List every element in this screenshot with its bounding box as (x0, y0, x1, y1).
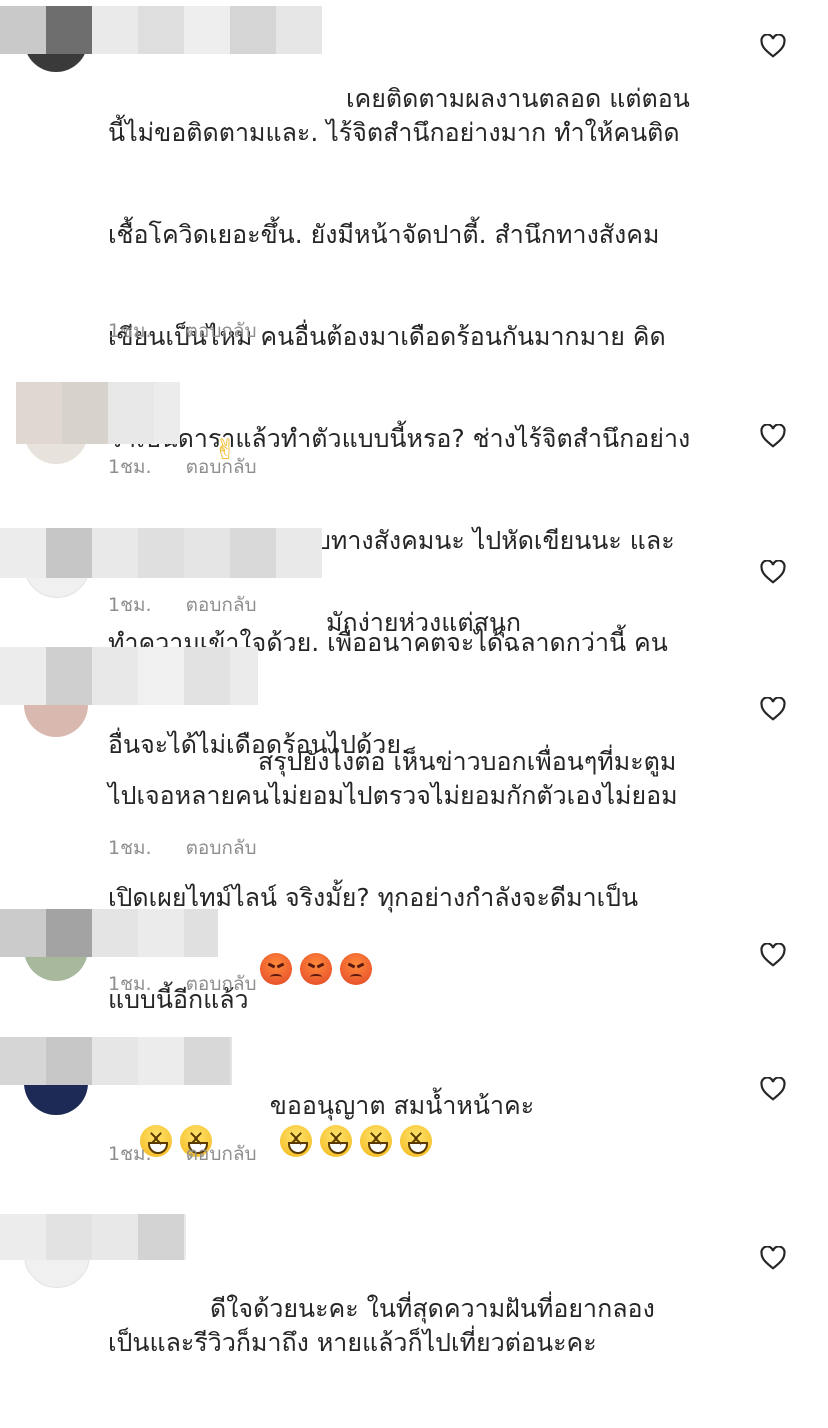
comment-4: สรุปยังไงต่อ เห็นข่าวบอกเพื่อนๆที่มะตูม … (0, 645, 828, 1014)
reply-button[interactable]: ตอบกลับ (186, 1139, 257, 1169)
heart-icon[interactable] (760, 560, 786, 584)
comment-text-body: ไปเจอหลายคนไม่ยอมไปตรวจไม่ยอมกักตัวเองไม… (108, 711, 678, 1085)
blurred-username (0, 909, 218, 957)
blurred-username (0, 528, 322, 578)
angry-face-icon (299, 953, 332, 985)
comment-6: ขออนุญาต สมน้ำหน้าคะ 1ชม. ตอบกลับ (0, 1035, 828, 1175)
comment-1: เคยติดตามผลงานตลอด แต่ตอน นี้ไม่ขอติดตาม… (0, 0, 828, 759)
comment-meta: 1ชม. ตอบกลับ (108, 590, 257, 620)
comment-time: 1ชม. (108, 1143, 152, 1165)
reply-button[interactable]: ตอบกลับ (186, 969, 257, 999)
blurred-username (0, 1214, 186, 1260)
comment-3: มักง่ายห่วงแต่สนุก 1ชม. ตอบกลับ (0, 520, 828, 637)
laughing-face-icon (359, 1125, 392, 1157)
laughing-face-icon (319, 1125, 352, 1157)
comment-time: 1ชม. (108, 320, 152, 342)
blurred-username (0, 647, 258, 705)
reply-button[interactable]: ตอบกลับ (186, 590, 257, 620)
comment-text-body: เป็นและรีวิวก็มาถึง หายแล้วก็ไปเที่ยวต่อ… (108, 1258, 597, 1428)
heart-icon[interactable] (760, 697, 786, 721)
comment-meta: 1ชม. ตอบกลับ (108, 316, 257, 346)
blurred-username (0, 6, 322, 54)
comment-time: 1ชม. (108, 973, 152, 995)
comment-line: นี้ไม่ขอติดตามและ. ไร้จิตสำนึกอย่างมาก ท… (108, 118, 680, 147)
heart-icon[interactable] (760, 34, 786, 58)
angry-face-icon (259, 953, 292, 985)
blurred-username (0, 1037, 232, 1085)
comment-text: ✌ (182, 398, 237, 501)
laughing-face-icon (399, 1125, 432, 1157)
comment-5: 1ชม. ตอบกลับ (0, 905, 828, 1015)
comment-line: มักง่ายห่วงแต่สนุก (326, 608, 522, 637)
comment-time: 1ชม. (108, 456, 152, 478)
heart-icon[interactable] (760, 943, 786, 967)
comment-meta: 1ชม. ตอบกลับ (108, 1139, 257, 1169)
comment-text (228, 917, 380, 1019)
comment-line: เชื้อโควิดเยอะขึ้น. ยังมีหน้าจัดปาตี้. ส… (108, 220, 660, 249)
comment-line: เป็นและรีวิวก็มาถึง หายแล้วก็ไปเที่ยวต่อ… (108, 1328, 597, 1357)
comment-line: ขออนุญาต สมน้ำหน้าคะ (269, 1091, 535, 1120)
laughing-face-icon (279, 1125, 312, 1157)
heart-icon[interactable] (760, 1246, 786, 1270)
comment-meta: 1ชม. ตอบกลับ (108, 452, 257, 482)
comment-meta: 1ชม. ตอบกลับ (108, 969, 257, 999)
comment-time: 1ชม. (108, 594, 152, 616)
comment-text: ขออนุญาต สมน้ำหน้าคะ (238, 1055, 534, 1191)
comment-meta: 1ชม. ตอบกลับ (108, 833, 257, 863)
heart-icon[interactable] (760, 1077, 786, 1101)
comment-line: ไปเจอหลายคนไม่ยอมไปตรวจไม่ยอมกักตัวเองไม… (108, 781, 678, 810)
comment-time: 1ชม. (108, 837, 152, 859)
angry-face-icon (339, 953, 372, 985)
heart-icon[interactable] (760, 424, 786, 448)
comment-7: ดีใจด้วยนะคะ ในที่สุดความฝันที่อยากลอง เ… (0, 1210, 828, 1357)
blurred-username (16, 382, 180, 444)
reply-button[interactable]: ตอบกลับ (186, 316, 257, 346)
reply-button[interactable]: ตอบกลับ (186, 452, 257, 482)
comment-2: ✌ 1ชม. ตอบกลับ (0, 380, 828, 490)
reply-button[interactable]: ตอบกลับ (186, 833, 257, 863)
